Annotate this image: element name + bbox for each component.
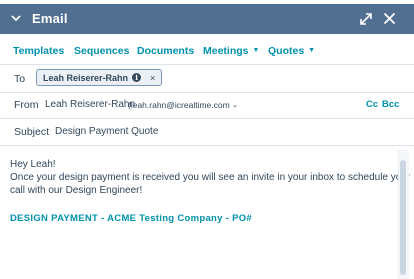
tab-documents[interactable]: Documents [137,45,194,57]
expand-icon[interactable] [359,12,373,26]
tab-label: Documents [137,45,195,57]
quote-link[interactable]: DESIGN PAYMENT - ACME Testing Company - … [10,213,252,224]
tab-quotes[interactable]: Quotes ▼ [268,45,315,57]
subject-label: Subject [14,126,50,138]
chevron-down-icon: ⌄ [232,102,238,109]
composer-tabs: Templates Sequences Documents Meetings ▼ … [0,36,414,65]
subject-input[interactable]: Design Payment Quote [55,126,158,137]
tab-label: Quotes [268,45,305,57]
email-header-bar: Email [0,4,414,34]
email-body-editor[interactable]: Hey Leah! Once your design payment is re… [10,158,411,197]
remove-recipient-icon[interactable]: × [150,73,155,83]
chevron-down-icon[interactable] [10,12,22,24]
body-line: call with our Design Engineer! [10,185,143,196]
from-divider [0,118,414,119]
info-icon[interactable]: i [132,73,142,82]
close-icon[interactable] [383,12,396,25]
caret-down-icon: ▼ [252,47,260,54]
from-label: From [14,99,39,111]
recipient-pill[interactable]: Leah Reiserer-Rahn i × [36,69,163,86]
from-email: (leah.rahn@icrealtime.com [128,100,230,110]
email-title: Email [32,11,68,26]
tab-label: Meetings [203,45,249,57]
from-email-dropdown[interactable]: (leah.rahn@icrealtime.com ⌄ [128,100,238,110]
to-divider [0,92,414,93]
tab-meetings[interactable]: Meetings ▼ [203,45,259,57]
bcc-button[interactable]: Bcc [382,99,399,110]
scrollbar-thumb[interactable] [400,160,406,275]
tab-sequences[interactable]: Sequences [74,45,129,57]
tab-label: Templates [13,45,65,57]
tab-label: Sequences [74,45,130,57]
body-line: Once your design payment is received you… [10,172,411,183]
to-label: To [14,73,26,85]
subject-divider [0,145,414,146]
body-line: Hey Leah! [10,159,56,170]
recipient-name: Leah Reiserer-Rahn [43,72,129,83]
caret-down-icon: ▼ [308,47,316,54]
from-name[interactable]: Leah Reiserer-Rahn [45,99,135,110]
cc-button[interactable]: Cc [366,99,378,110]
tab-templates[interactable]: Templates [13,45,64,57]
